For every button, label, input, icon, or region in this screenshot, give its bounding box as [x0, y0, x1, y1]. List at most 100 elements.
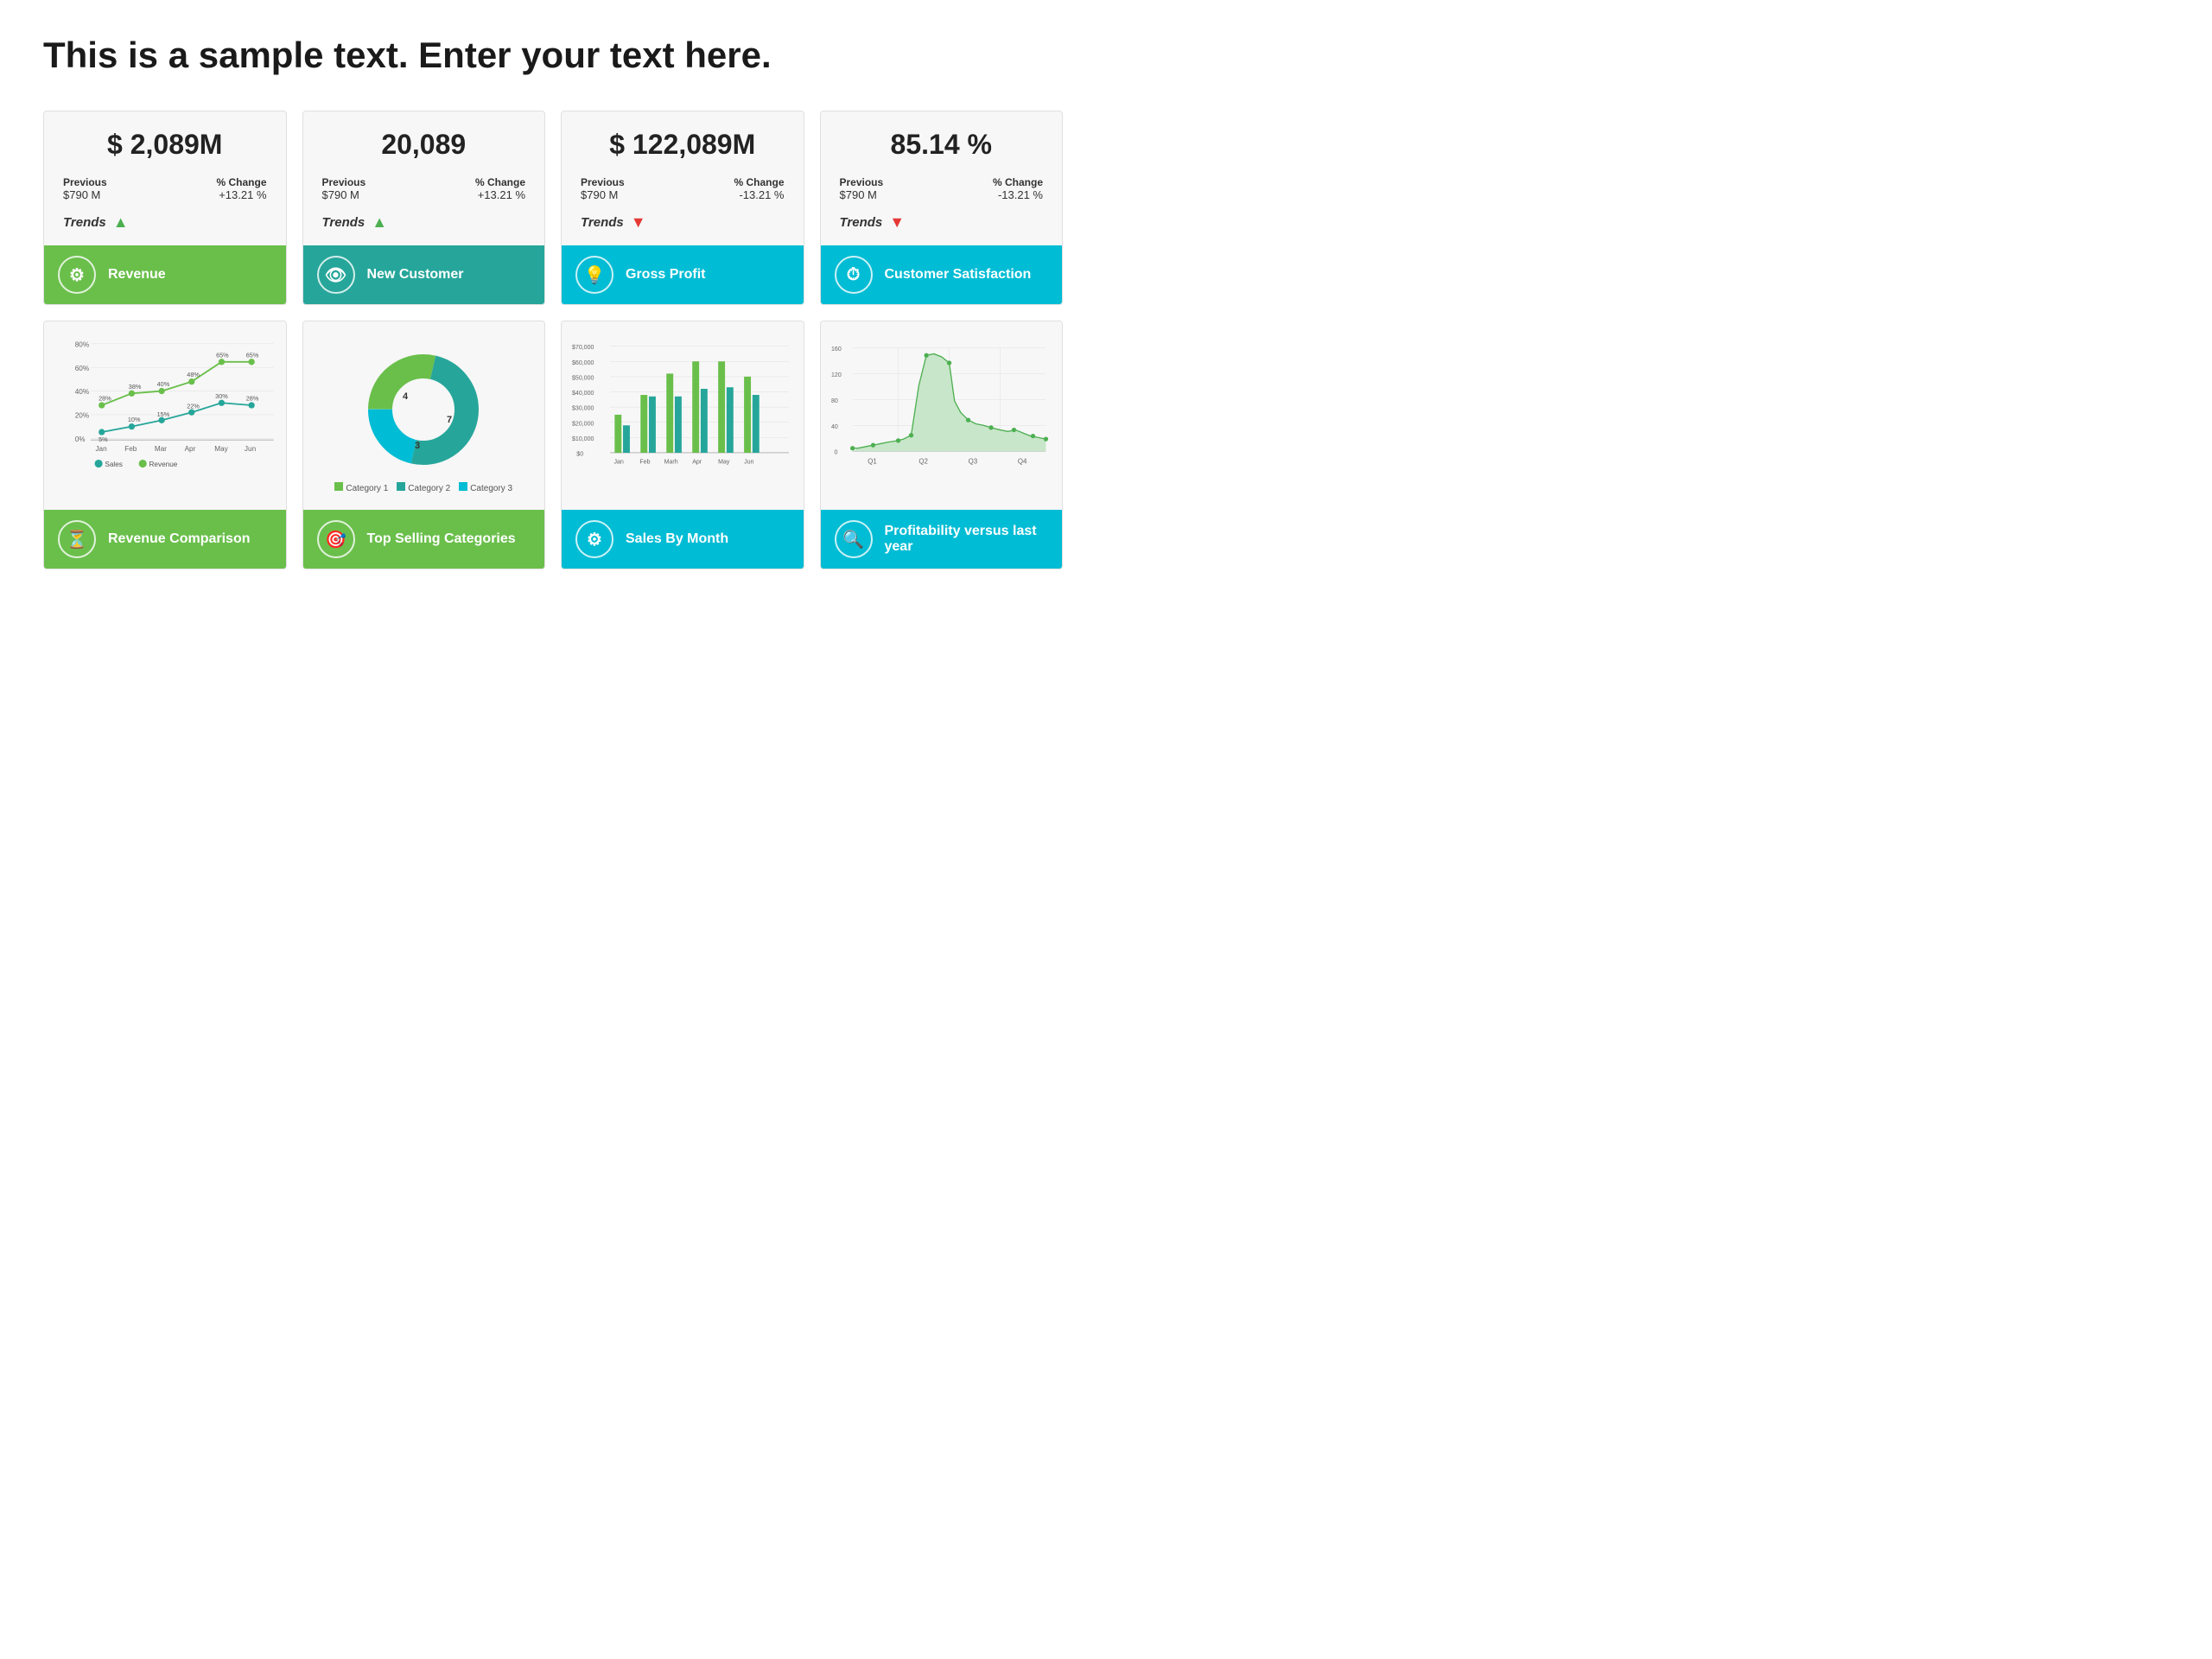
gross-profit-icon: 💡: [575, 256, 613, 294]
change-value: +13.21 %: [475, 188, 525, 201]
svg-text:May: May: [718, 459, 730, 465]
trend-up-icon: ▲: [113, 213, 129, 232]
customer-satisfaction-icon: ⏱: [835, 256, 873, 294]
svg-text:65%: 65%: [216, 351, 229, 359]
svg-text:$60,000: $60,000: [572, 360, 594, 366]
svg-text:0: 0: [834, 450, 837, 456]
svg-text:60%: 60%: [75, 365, 89, 372]
card-footer-sales-by-month: ⚙ Sales By Month: [562, 510, 804, 569]
svg-text:120: 120: [831, 372, 842, 378]
svg-text:Marh: Marh: [664, 459, 678, 465]
svg-text:Jan: Jan: [613, 459, 623, 465]
svg-text:$20,000: $20,000: [572, 421, 594, 427]
svg-text:$50,000: $50,000: [572, 375, 594, 381]
new-customer-icon: 👁: [317, 256, 355, 294]
svg-text:$10,000: $10,000: [572, 436, 594, 442]
change-value: -13.21 %: [734, 188, 784, 201]
previous-label: Previous: [840, 176, 884, 188]
card-footer-gross-profit: 💡 Gross Profit: [562, 245, 804, 304]
trend-label: Trends: [63, 215, 106, 230]
chart-card-top-selling: 4 7 3 Category 1 Category 2 Category 3 🎯…: [302, 321, 546, 569]
svg-text:Mar: Mar: [155, 445, 167, 453]
svg-text:15%: 15%: [157, 410, 170, 418]
svg-text:Feb: Feb: [124, 445, 137, 453]
sales-by-month-icon: ⚙: [575, 520, 613, 558]
kpi-value: 85.14 %: [840, 129, 1044, 161]
svg-text:40: 40: [831, 424, 838, 430]
kpi-card-customer-satisfaction: 85.14 % Previous $790 M % Change -13.21 …: [820, 111, 1064, 305]
kpi-card-gross-profit: $ 122,089M Previous $790 M % Change -13.…: [561, 111, 804, 305]
trend-label: Trends: [581, 215, 624, 230]
bar-chart-svg: $70,000 $60,000 $50,000 $40,000 $30,000 …: [572, 330, 793, 499]
svg-text:Q3: Q3: [968, 457, 977, 465]
svg-text:Jun: Jun: [744, 459, 753, 465]
trend-down-icon: ▼: [889, 213, 905, 232]
footer-label: Sales By Month: [626, 531, 728, 547]
kpi-value: $ 122,089M: [581, 129, 785, 161]
kpi-card-revenue: $ 2,089M Previous $790 M % Change +13.21…: [43, 111, 287, 305]
svg-text:$40,000: $40,000: [572, 391, 594, 397]
chart-card-revenue-comparison: 80% 60% 40% 20% 0%: [43, 321, 287, 569]
profitability-icon: 🔍: [835, 520, 873, 558]
svg-text:4: 4: [403, 391, 409, 402]
chart-card-profitability: 160 120 80 40 0: [820, 321, 1064, 569]
svg-text:10%: 10%: [128, 416, 141, 423]
page-title: This is a sample text. Enter your text h…: [43, 35, 1063, 76]
svg-text:28%: 28%: [246, 395, 259, 403]
svg-text:Sales: Sales: [105, 461, 123, 468]
svg-text:38%: 38%: [129, 383, 142, 391]
previous-label: Previous: [322, 176, 366, 188]
card-footer-revenue: ⚙ Revenue: [44, 245, 286, 304]
svg-text:160: 160: [831, 346, 842, 353]
svg-text:7: 7: [447, 415, 452, 425]
footer-label: New Customer: [367, 267, 464, 283]
card-footer-new-customer: 👁 New Customer: [303, 245, 545, 304]
svg-text:80: 80: [831, 398, 838, 404]
svg-text:28%: 28%: [99, 395, 111, 403]
change-label: % Change: [216, 176, 266, 188]
previous-value: $790 M: [63, 188, 107, 201]
footer-label: Gross Profit: [626, 267, 705, 283]
svg-text:$0: $0: [576, 452, 583, 458]
svg-text:Jan: Jan: [95, 445, 107, 453]
kpi-value: 20,089: [322, 129, 526, 161]
footer-label: Revenue: [108, 267, 166, 283]
svg-text:5%: 5%: [99, 435, 108, 443]
svg-text:40%: 40%: [157, 380, 170, 388]
svg-text:65%: 65%: [246, 351, 259, 359]
svg-text:20%: 20%: [75, 412, 89, 420]
svg-text:May: May: [214, 445, 228, 453]
svg-text:Q1: Q1: [868, 457, 877, 465]
footer-label: Profitability versus last year: [885, 524, 1049, 555]
trend-up-icon: ▲: [372, 213, 387, 232]
previous-label: Previous: [581, 176, 625, 188]
change-label: % Change: [993, 176, 1043, 188]
svg-text:Feb: Feb: [639, 459, 650, 465]
svg-text:Apr: Apr: [692, 459, 702, 465]
change-value: -13.21 %: [993, 188, 1043, 201]
footer-label: Customer Satisfaction: [885, 267, 1032, 283]
trend-label: Trends: [840, 215, 883, 230]
svg-text:0%: 0%: [75, 435, 86, 443]
chart-card-sales-by-month: $70,000 $60,000 $50,000 $40,000 $30,000 …: [561, 321, 804, 569]
svg-text:3: 3: [415, 441, 420, 451]
svg-text:48%: 48%: [187, 371, 200, 378]
dashboard: $ 2,089M Previous $790 M % Change +13.21…: [43, 111, 1063, 569]
card-footer-profitability: 🔍 Profitability versus last year: [821, 510, 1063, 569]
line-chart-svg: 80% 60% 40% 20% 0%: [54, 330, 276, 499]
svg-text:$70,000: $70,000: [572, 345, 594, 351]
svg-text:Apr: Apr: [185, 445, 196, 453]
profitability-chart-svg: 160 120 80 40 0: [831, 330, 1052, 499]
svg-text:Q2: Q2: [918, 457, 928, 465]
svg-text:80%: 80%: [75, 340, 89, 348]
svg-text:30%: 30%: [215, 392, 228, 400]
donut-chart-svg: 4 7 3: [354, 340, 493, 479]
svg-text:$30,000: $30,000: [572, 406, 594, 412]
footer-label: Top Selling Categories: [367, 531, 516, 547]
change-value: +13.21 %: [216, 188, 266, 201]
trend-down-icon: ▼: [631, 213, 646, 232]
change-label: % Change: [734, 176, 784, 188]
previous-value: $790 M: [581, 188, 625, 201]
top-selling-icon: 🎯: [317, 520, 355, 558]
revenue-icon: ⚙: [58, 256, 96, 294]
